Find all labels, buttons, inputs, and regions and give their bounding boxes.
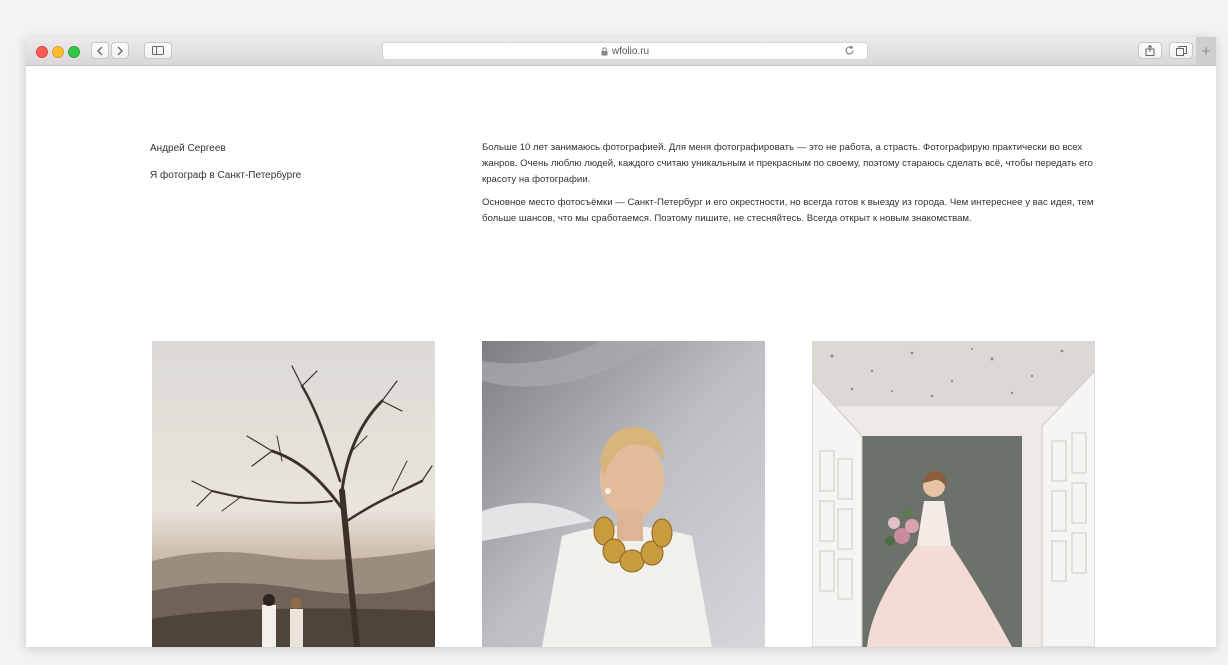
chevron-right-icon bbox=[117, 46, 123, 55]
bio-paragraph-2: Основное место фотосъёмки — Санкт-Петерб… bbox=[482, 197, 1094, 224]
forward-button[interactable] bbox=[111, 42, 129, 59]
page-content: Андрей Сергеев Я фотограф в Санкт-Петерб… bbox=[26, 66, 1216, 647]
browser-toolbar: wfolio.ru + bbox=[26, 37, 1216, 66]
back-button[interactable] bbox=[91, 42, 109, 59]
close-window-button[interactable] bbox=[36, 46, 48, 58]
sidebar-button[interactable] bbox=[144, 42, 172, 59]
share-icon bbox=[1145, 45, 1155, 56]
new-tab-button[interactable]: + bbox=[1196, 37, 1216, 65]
tabs-icon bbox=[1175, 45, 1187, 56]
tabs-button[interactable] bbox=[1169, 42, 1193, 59]
photographer-tagline: Я фотограф в Санкт-Петербурге bbox=[150, 170, 302, 181]
browser-window: wfolio.ru + Андрей Сергеев Я фотограф в … bbox=[26, 37, 1216, 647]
maximize-window-button[interactable] bbox=[68, 46, 80, 58]
chevron-left-icon bbox=[97, 46, 103, 55]
url-text: wfolio.ru bbox=[611, 45, 650, 57]
lock-icon bbox=[601, 46, 608, 55]
bio-section: Больше 10 лет занимаюсь фотографией. Для… bbox=[482, 140, 1102, 234]
minimize-window-button[interactable] bbox=[52, 46, 64, 58]
share-button[interactable] bbox=[1138, 42, 1162, 59]
sidebar-icon bbox=[152, 46, 164, 55]
bio-paragraph-1: Больше 10 лет занимаюсь фотографией. Для… bbox=[482, 142, 1093, 185]
reload-icon[interactable] bbox=[844, 45, 855, 56]
address-bar[interactable]: wfolio.ru bbox=[382, 42, 868, 60]
woman-with-gold-necklace-photo[interactable] bbox=[482, 341, 765, 647]
couple-under-tree-photo[interactable] bbox=[152, 341, 435, 647]
bride-with-bouquet-photo[interactable] bbox=[812, 341, 1095, 647]
photographer-name: Андрей Сергеев bbox=[150, 143, 226, 154]
